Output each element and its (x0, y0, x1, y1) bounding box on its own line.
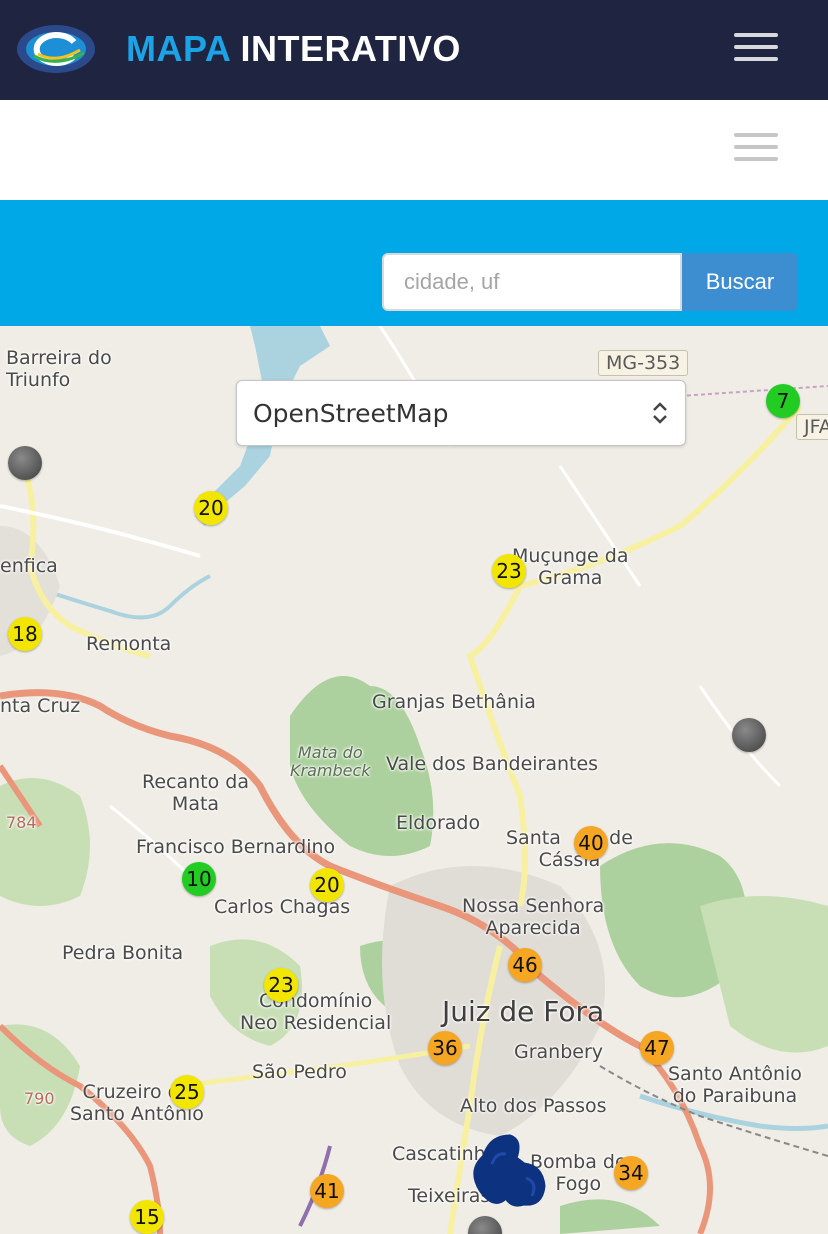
app-title-part1: MAPA (126, 28, 230, 69)
top-navbar: MAPA INTERATIVO (0, 0, 828, 100)
station-marker[interactable]: 47 (640, 1031, 674, 1065)
station-marker[interactable]: 23 (264, 968, 298, 1002)
road-number-790: 790 (24, 1089, 55, 1108)
location-pin-icon[interactable] (466, 1130, 548, 1210)
search-button[interactable]: Buscar (682, 253, 798, 311)
base-layer-select[interactable]: OpenStreetMap (236, 380, 686, 446)
station-marker[interactable]: 20 (194, 491, 228, 525)
station-marker[interactable]: 10 (182, 862, 216, 896)
gray-station-marker-icon[interactable] (8, 446, 42, 480)
hamburger-menu-icon[interactable] (734, 33, 778, 63)
place-label: Granjas Bethânia (372, 691, 536, 713)
place-label: Remonta (86, 633, 172, 655)
search-input[interactable] (382, 253, 682, 311)
place-label: Pedra Bonita (62, 942, 184, 964)
station-marker[interactable]: 46 (508, 948, 542, 982)
base-layer-select-value: OpenStreetMap (253, 399, 449, 428)
place-label: enfica (0, 555, 58, 577)
station-marker[interactable]: 18 (8, 617, 42, 651)
place-label: Francisco Bernardino (136, 836, 336, 858)
station-marker[interactable]: 15 (130, 1200, 164, 1234)
place-label: Mata do Krambeck (290, 743, 371, 781)
secondary-menu-icon[interactable] (734, 133, 778, 163)
station-marker[interactable]: 41 (310, 1174, 344, 1208)
city-label-juiz-de-fora: Juiz de Fora (442, 995, 605, 1028)
station-marker[interactable]: 7 (766, 384, 800, 418)
station-marker[interactable]: 25 (170, 1075, 204, 1109)
place-label: Nossa Senhora Aparecida (462, 895, 605, 939)
place-label: Eldorado (396, 812, 481, 834)
station-marker[interactable]: 40 (574, 826, 608, 860)
app-title: MAPA INTERATIVO (126, 28, 461, 70)
select-arrows-icon (653, 402, 667, 424)
place-label: Recanto da Mata (142, 771, 249, 815)
road-shield-mg353: MG-353 (598, 350, 689, 376)
place-label: Muçunge da Grama (512, 545, 629, 589)
place-label: Santo Antônio do Paraibuna (668, 1063, 802, 1107)
road-number-784: 784 (6, 813, 37, 832)
place-label: nta Cruz (0, 695, 81, 717)
road-shield-jfa: JFA (796, 414, 828, 440)
place-label: Santa de Cássia (506, 827, 633, 871)
gray-station-marker-icon[interactable] (732, 718, 766, 752)
place-label: Barreira do Triunfo (6, 347, 112, 391)
station-marker[interactable]: 23 (492, 554, 526, 588)
place-label: Granbery (514, 1041, 604, 1063)
station-marker[interactable]: 36 (428, 1031, 462, 1065)
app-title-part2: INTERATIVO (240, 28, 461, 69)
place-label: Vale dos Bandeirantes (386, 753, 599, 775)
place-label: Alto dos Passos (460, 1095, 607, 1117)
secondary-navbar (0, 100, 828, 200)
station-marker[interactable]: 20 (310, 868, 344, 902)
station-marker[interactable]: 34 (614, 1156, 648, 1190)
place-label: Condomínio Neo Residencial (240, 990, 392, 1034)
place-label: São Pedro (252, 1061, 347, 1083)
logo-icon[interactable] (16, 20, 96, 78)
map-view[interactable]: MG-353 JFA 784 790 Barreira do Triunfo e… (0, 326, 828, 1234)
